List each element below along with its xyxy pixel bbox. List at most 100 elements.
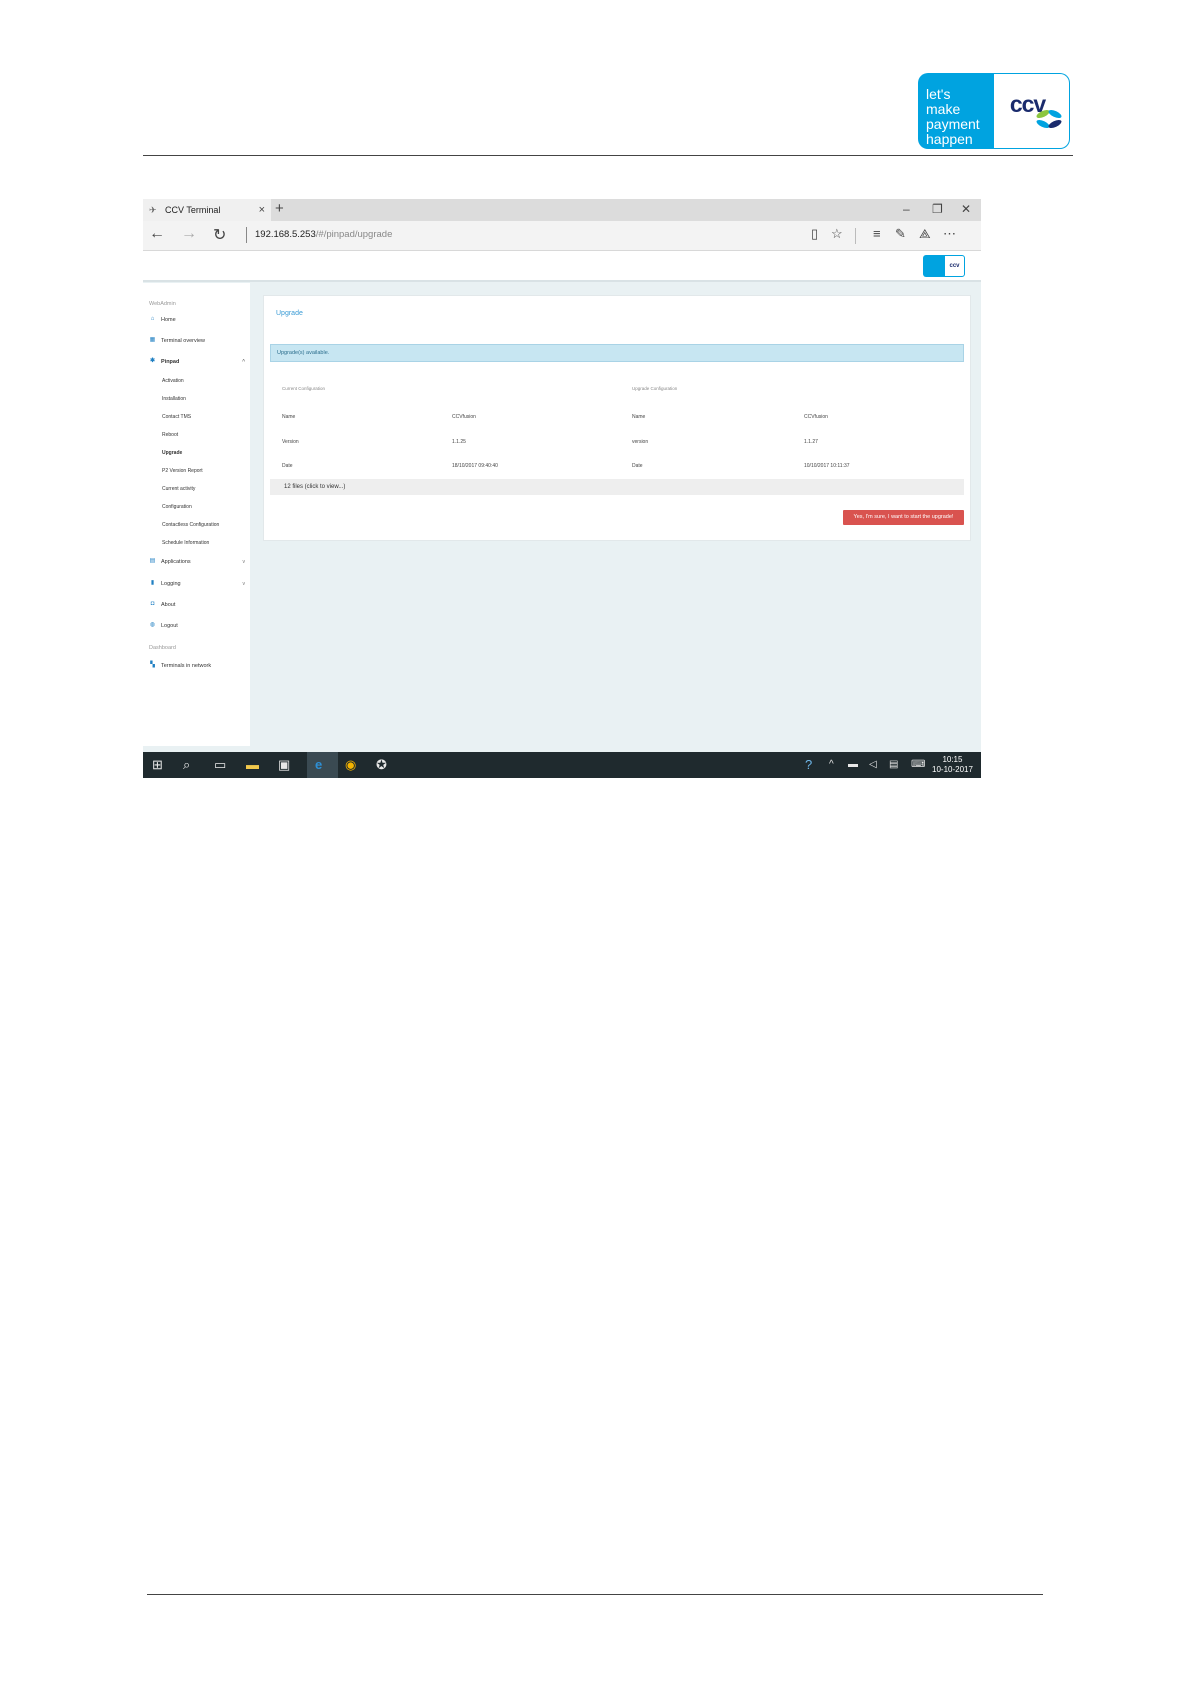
hub-icon[interactable]: ≡ xyxy=(873,226,881,241)
app-ccv-logo: ccv xyxy=(923,255,965,277)
tab-favicon-icon: ✈ xyxy=(149,204,157,215)
upgrade-value: CCVfusion xyxy=(804,414,828,420)
url-path: /#/pinpad/upgrade xyxy=(315,229,393,240)
current-value: CCVfusion xyxy=(452,414,476,420)
sidebar-item-label: Home xyxy=(161,316,176,323)
clock-time: 10:15 xyxy=(942,755,963,764)
logo-tagline-line2: payment xyxy=(926,116,980,132)
sidebar-item-label: Logging xyxy=(161,580,181,587)
logo-brand-box: ccv xyxy=(994,73,1070,149)
ccv-star-icon xyxy=(1036,109,1062,129)
favorite-star-icon[interactable]: ☆ xyxy=(831,226,843,242)
search-icon[interactable]: ⌕ xyxy=(183,757,190,773)
new-tab-button[interactable]: + xyxy=(275,200,284,217)
sidebar: WebAdmin ⌂ Home ▦ Terminal overview ✱ Pi… xyxy=(143,283,250,746)
share-icon[interactable]: ⟁ xyxy=(919,226,931,242)
help-icon[interactable]: ? xyxy=(805,757,812,772)
sidebar-subitem-current-activity[interactable]: Current activity xyxy=(162,486,195,492)
current-config-header: Current Configuration xyxy=(282,386,326,391)
keyboard-icon[interactable]: ⌨ xyxy=(911,759,925,770)
printer-icon: ▤ xyxy=(149,558,156,564)
upgrade-value: 10/10/2017 10:11:37 xyxy=(804,463,850,469)
start-upgrade-button[interactable]: Yes, I'm sure, I want to start the upgra… xyxy=(843,510,964,525)
chevron-up-icon: ^ xyxy=(242,358,245,365)
tab-close-icon[interactable]: × xyxy=(259,204,265,216)
calendar-icon: ▦ xyxy=(149,337,156,343)
sidebar-item-logging[interactable]: ▮ Logging v xyxy=(149,580,245,587)
header-rule xyxy=(143,155,1073,156)
sidebar-subitem-p2-version-report[interactable]: P2 Version Report xyxy=(162,468,203,474)
sidebar-subitem-upgrade[interactable]: Upgrade xyxy=(162,450,182,456)
active-app-highlight xyxy=(307,752,338,778)
restore-button[interactable]: ❐ xyxy=(932,202,943,216)
app-header: ccv xyxy=(143,251,981,282)
app-icon[interactable]: ✪ xyxy=(376,757,387,773)
file-icon: ▮ xyxy=(150,580,155,586)
address-separator xyxy=(246,227,247,243)
sidebar-subitem-installation[interactable]: Installation xyxy=(162,396,186,402)
web-note-icon[interactable]: ✎ xyxy=(895,226,906,242)
task-view-icon[interactable]: ▭ xyxy=(214,757,226,773)
sidebar-item-home[interactable]: ⌂ Home xyxy=(149,316,245,323)
browser-screenshot: ✈ CCV Terminal × + – ❐ ✕ ← → ↻ 192.168.5… xyxy=(143,199,981,778)
taskbar-clock[interactable]: 10:15 10-10-2017 xyxy=(932,755,973,775)
store-icon[interactable]: ▣ xyxy=(278,757,290,773)
url-host: 192.168.5.253 xyxy=(255,229,316,240)
pinpad-icon: ✱ xyxy=(149,358,156,364)
edge-browser-icon[interactable]: e xyxy=(315,757,322,772)
close-window-button[interactable]: ✕ xyxy=(961,202,971,216)
row-label: version xyxy=(632,439,649,445)
forward-button[interactable]: → xyxy=(181,225,197,243)
sidebar-subitem-schedule-information[interactable]: Schedule Information xyxy=(162,540,209,546)
chevron-down-icon: v xyxy=(242,558,246,565)
browser-navbar: ← → ↻ 192.168.5.253/#/pinpad/upgrade ▯ ☆… xyxy=(143,221,981,251)
back-button[interactable]: ← xyxy=(149,225,165,243)
clock-date: 10-10-2017 xyxy=(932,765,973,774)
row-label: Name xyxy=(632,414,646,420)
sidebar-item-label: Terminals in network xyxy=(161,662,212,669)
row-label: Date xyxy=(632,463,643,469)
sidebar-item-applications[interactable]: ▤ Applications v xyxy=(149,558,245,565)
sidebar-subitem-reboot[interactable]: Reboot xyxy=(162,432,178,438)
logo-tagline-line3: happen xyxy=(926,131,973,147)
chat-icon: ◘ xyxy=(150,601,155,607)
sidebar-item-pinpad[interactable]: ✱ Pinpad ^ xyxy=(149,358,245,365)
sidebar-item-terminals-in-network[interactable]: ▚ Terminals in network xyxy=(149,662,245,669)
sidebar-subitem-activation[interactable]: Activation xyxy=(162,378,184,384)
battery-icon[interactable]: ▬ xyxy=(848,759,858,770)
refresh-button[interactable]: ↻ xyxy=(213,225,226,245)
browser-tab[interactable]: ✈ CCV Terminal × xyxy=(143,199,271,221)
grid-icon: ▚ xyxy=(150,662,155,668)
windows-start-icon[interactable]: ⊞ xyxy=(152,757,163,773)
sidebar-subitem-contactless-configuration[interactable]: Contactless Configuration xyxy=(162,522,219,528)
sidebar-item-label: About xyxy=(161,601,176,608)
tab-title: CCV Terminal xyxy=(165,205,221,215)
reading-view-icon[interactable]: ▯ xyxy=(811,226,818,242)
notification-icon[interactable]: ▤ xyxy=(889,759,898,770)
sidebar-item-terminal-overview[interactable]: ▦ Terminal overview xyxy=(149,337,245,344)
logo-tagline-line1: let's make xyxy=(926,86,961,117)
sidebar-subitem-configuration[interactable]: Configuration xyxy=(162,504,192,510)
file-explorer-icon[interactable]: ▬ xyxy=(246,757,259,772)
upgrade-config-header: Upgrade Configuration xyxy=(632,386,678,391)
volume-icon[interactable]: ◁ xyxy=(869,759,877,770)
browser-titlebar: ✈ CCV Terminal × + – ❐ ✕ xyxy=(143,199,981,221)
row-label: Version xyxy=(282,439,299,445)
upgrade-value: 1.1.27 xyxy=(804,439,818,445)
home-icon: ⌂ xyxy=(150,316,155,322)
minimize-button[interactable]: – xyxy=(903,202,910,216)
files-toggle[interactable]: 12 files (click to view...) xyxy=(270,479,964,495)
chevron-down-icon: v xyxy=(242,580,246,587)
sidebar-item-label: Applications xyxy=(161,558,191,565)
current-value: 1.1.25 xyxy=(452,439,466,445)
row-label: Date xyxy=(282,463,293,469)
app-logo-tagline xyxy=(923,255,944,277)
sidebar-subitem-contact-tms[interactable]: Contact TMS xyxy=(162,414,191,420)
sidebar-item-label: Terminal overview xyxy=(161,337,206,344)
more-icon[interactable]: ⋯ xyxy=(943,226,956,242)
address-bar[interactable]: 192.168.5.253/#/pinpad/upgrade xyxy=(255,229,392,240)
sidebar-item-about[interactable]: ◘ About xyxy=(149,601,245,608)
chrome-icon[interactable]: ◉ xyxy=(345,757,356,773)
chevron-up-icon[interactable]: ^ xyxy=(829,759,834,770)
sidebar-item-logout[interactable]: ◍ Logout xyxy=(149,622,245,629)
